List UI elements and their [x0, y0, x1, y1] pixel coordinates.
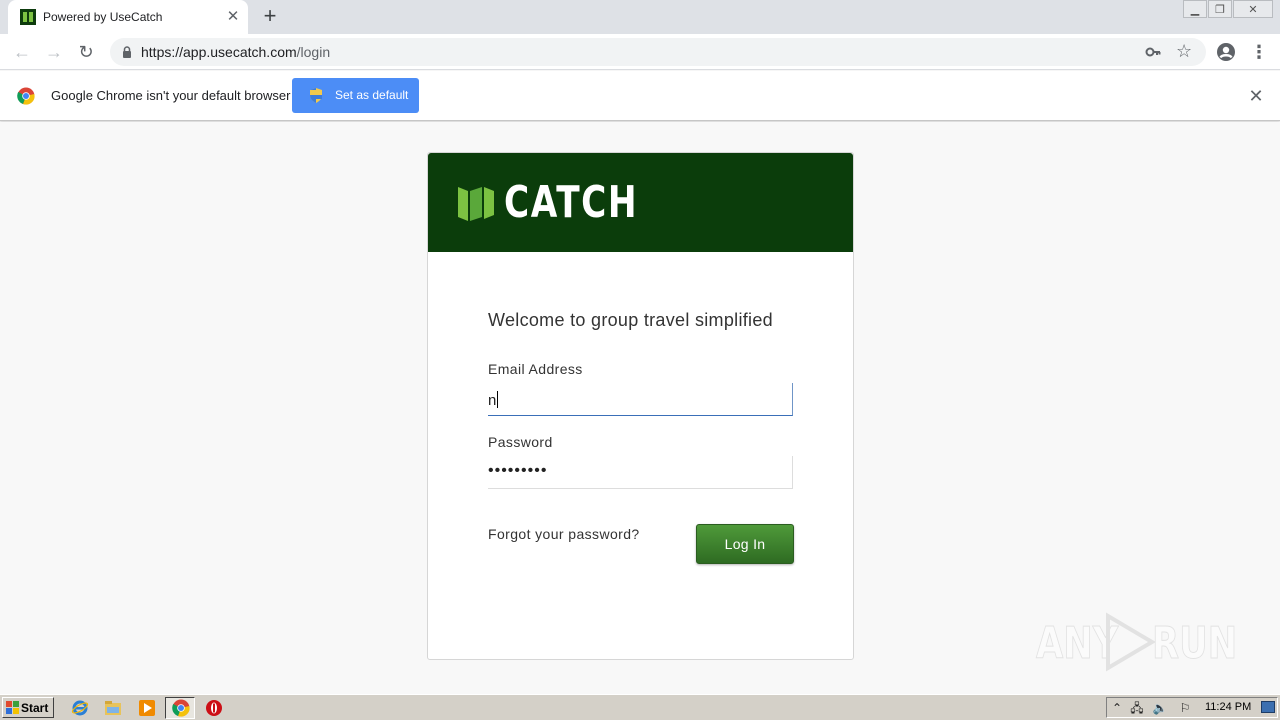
url-text: https://app.usecatch.com/login — [141, 44, 330, 60]
login-card: CATCH Welcome to group travel simplified… — [427, 152, 854, 660]
catch-brand-text: CATCH — [504, 177, 639, 228]
media-player-icon[interactable] — [138, 699, 156, 717]
tab-strip: Powered by UseCatch ✕ + ▁ ❐ ✕ — [0, 0, 1280, 34]
email-field[interactable]: n — [488, 383, 793, 416]
tray-expand-icon[interactable]: ⌃ — [1109, 700, 1125, 716]
password-masked-value: ••••••••• — [488, 462, 548, 479]
email-value-text: n — [488, 392, 497, 409]
taskbar-clock[interactable]: 11:24 PM — [1205, 701, 1251, 713]
lock-icon — [123, 46, 131, 58]
reload-icon[interactable]: ↻ — [74, 40, 98, 64]
chrome-taskbar-button[interactable] — [165, 697, 195, 719]
tab-title: Powered by UseCatch — [43, 10, 163, 24]
email-label: Email Address — [488, 361, 583, 377]
email-value: n — [488, 391, 499, 409]
infobar-message: Google Chrome isn't your default browser — [51, 88, 291, 103]
chrome-icon — [172, 699, 190, 717]
tab-close-icon[interactable]: ✕ — [224, 8, 242, 26]
start-label: Start — [21, 701, 49, 715]
uac-shield-icon — [310, 88, 322, 103]
set-as-default-label: Set as default — [335, 88, 409, 102]
welcome-heading: Welcome to group travel simplified — [488, 310, 773, 330]
start-button[interactable]: Start — [2, 697, 54, 718]
back-arrow-icon[interactable]: ← — [10, 40, 34, 64]
opera-icon[interactable] — [205, 699, 223, 717]
login-button[interactable]: Log In — [696, 524, 794, 564]
address-bar[interactable]: https://app.usecatch.com/login ☆ — [110, 38, 1206, 66]
more-menu-icon[interactable]: ⋮ — [1250, 42, 1268, 62]
chrome-logo-icon — [17, 87, 35, 105]
system-tray: ⌃ 🖧 🔈 ⚐ 11:24 PM — [1106, 697, 1278, 718]
text-caret — [497, 391, 499, 408]
profile-icon[interactable] — [1216, 42, 1236, 62]
show-desktop-icon[interactable] — [1261, 701, 1275, 713]
forward-arrow-icon[interactable]: → — [42, 40, 66, 64]
forgot-password-link[interactable]: Forgot your password? — [488, 526, 640, 542]
windows-logo-icon — [6, 701, 19, 714]
window-minimize-button[interactable]: ▁ — [1183, 0, 1207, 18]
window-close-button[interactable]: ✕ — [1233, 0, 1273, 18]
watermark-run-text: RUN — [1152, 618, 1238, 670]
url-path: /login — [296, 44, 331, 60]
network-icon[interactable]: 🖧 — [1129, 700, 1145, 716]
key-icon[interactable] — [1145, 44, 1161, 60]
browser-tab[interactable]: Powered by UseCatch ✕ — [8, 0, 248, 34]
password-label: Password — [488, 434, 553, 450]
anyrun-watermark: ANY RUN — [1036, 612, 1238, 672]
login-card-header: CATCH — [428, 153, 853, 252]
set-as-default-button[interactable]: Set as default — [292, 78, 419, 113]
action-center-flag-icon[interactable]: ⚐ — [1177, 700, 1193, 716]
window-restore-button[interactable]: ❐ — [1208, 0, 1232, 18]
password-field[interactable]: ••••••••• — [488, 456, 793, 489]
new-tab-button[interactable]: + — [258, 5, 282, 29]
taskbar: Start ⌃ 🖧 🔈 ⚐ 11:24 PM — [0, 694, 1280, 720]
infobar-close-icon[interactable]: ✕ — [1246, 86, 1266, 106]
catch-favicon-icon — [20, 9, 36, 25]
ie-icon[interactable] — [71, 699, 89, 717]
explorer-icon[interactable] — [104, 699, 122, 717]
browser-toolbar: ← → ↻ https://app.usecatch.com/login ☆ ⋮ — [0, 34, 1280, 70]
login-button-label: Log In — [724, 536, 766, 552]
default-browser-infobar: Google Chrome isn't your default browser… — [0, 71, 1280, 121]
url-host: https://app.usecatch.com — [141, 44, 297, 60]
page-content: CATCH Welcome to group travel simplified… — [0, 122, 1280, 692]
watermark-play-icon — [1106, 612, 1156, 672]
bookmark-star-icon[interactable]: ☆ — [1176, 41, 1192, 61]
catch-map-logo-icon — [458, 187, 494, 221]
volume-icon[interactable]: 🔈 — [1152, 700, 1168, 716]
